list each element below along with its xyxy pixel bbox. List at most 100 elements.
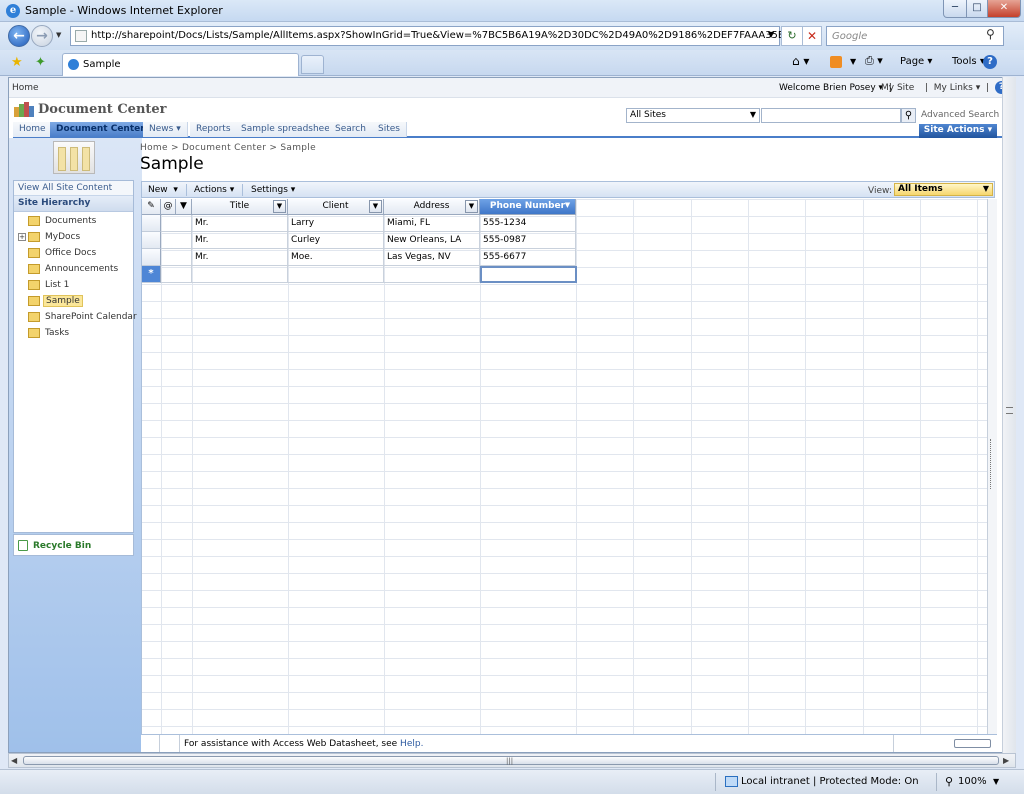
my-links-menu[interactable]: | My Links ▾ | [925, 83, 989, 93]
table-cell[interactable]: Larry [288, 215, 384, 232]
zoom-icon[interactable]: ⚲ [945, 775, 953, 788]
address-dropdown-icon[interactable]: ▼ [768, 30, 774, 39]
nav-home[interactable]: Home [13, 122, 53, 137]
stop-button[interactable]: ✕ [802, 26, 822, 46]
zoom-dropdown-icon[interactable]: ▼ [993, 777, 999, 786]
tools-menu-button[interactable]: Tools ▾ [952, 56, 985, 67]
site-actions-button[interactable]: Site Actions ▾ [919, 124, 997, 138]
site-search-go-icon[interactable]: ⚲ [901, 108, 916, 123]
new-menu-button[interactable]: New ▾ [148, 185, 178, 195]
print-icon[interactable]: ⎙ ▾ [865, 54, 883, 68]
column-header-client[interactable]: Client ▼ [288, 199, 384, 215]
grid-vertical-scrollbar[interactable] [987, 199, 997, 734]
nav-reports[interactable]: Reports [190, 122, 238, 137]
table-cell[interactable]: 555-6677 [480, 249, 576, 266]
nav-sample-spreadsheet[interactable]: Sample spreadsheet [235, 122, 341, 137]
chevron-down-icon[interactable]: ▼ [369, 200, 382, 213]
hierarchy-item-sharepoint-calendar[interactable]: SharePoint Calendar [18, 310, 137, 325]
table-cell[interactable]: Mr. [192, 249, 288, 266]
recent-pages-dropdown[interactable]: ▼ [56, 31, 61, 39]
table-cell[interactable]: New Orleans, LA [384, 232, 480, 249]
table-cell[interactable] [161, 215, 192, 232]
forward-button[interactable]: → [31, 25, 53, 47]
welcome-menu[interactable]: Welcome Brien Posey ▾ | [779, 83, 892, 93]
datasheet-resize-handle[interactable] [954, 739, 991, 748]
page-vertical-scrollbar[interactable] [1002, 77, 1016, 753]
actions-menu-button[interactable]: Actions ▾ [194, 185, 234, 195]
close-button[interactable]: ✕ [987, 0, 1021, 18]
recycle-bin-link[interactable]: Recycle Bin [13, 534, 134, 556]
my-site-link[interactable]: My Site [881, 83, 914, 93]
home-icon[interactable]: ⌂ ▾ [792, 54, 809, 68]
nav-document-center[interactable]: Document Center [50, 122, 152, 137]
table-cell[interactable]: Curley [288, 232, 384, 249]
breadcrumb[interactable]: Home > Document Center > Sample [140, 143, 316, 153]
browser-search-input[interactable]: Google [826, 26, 1004, 46]
table-cell[interactable] [161, 249, 192, 266]
active-cell[interactable] [480, 266, 577, 283]
table-cell[interactable]: Miami, FL [384, 215, 480, 232]
search-scope-select[interactable]: All Sites ▼ [626, 108, 760, 123]
settings-menu-button[interactable]: Settings ▾ [251, 185, 295, 195]
row-selector[interactable] [142, 249, 161, 266]
advanced-search-link[interactable]: Advanced Search [921, 110, 999, 120]
search-icon[interactable]: ⚲ [986, 27, 995, 41]
expand-icon[interactable]: + [18, 233, 26, 241]
minimize-button[interactable]: ─ [943, 0, 967, 18]
table-cell[interactable]: Las Vegas, NV [384, 249, 480, 266]
datasheet-help-link[interactable]: Help. [400, 739, 423, 749]
attachment-icon[interactable]: @ [161, 199, 176, 215]
hierarchy-item-sample[interactable]: Sample [18, 294, 132, 309]
scroll-right-icon[interactable]: ▶ [1003, 756, 1009, 765]
new-row-cell[interactable] [161, 266, 192, 283]
view-select[interactable]: All Items ▼ [894, 183, 993, 196]
select-all-icon[interactable]: ✎ [142, 199, 161, 215]
hierarchy-item-list-1[interactable]: List 1 [18, 278, 132, 293]
hierarchy-item-tasks[interactable]: Tasks [18, 326, 132, 341]
feeds-icon[interactable] [830, 56, 842, 68]
chevron-down-icon[interactable]: ▼ [273, 200, 286, 213]
address-url[interactable]: http://sharepoint/Docs/Lists/Sample/AllI… [91, 30, 821, 41]
view-all-site-content-link[interactable]: View All Site Content [14, 181, 133, 196]
table-cell[interactable]: 555-0987 [480, 232, 576, 249]
nav-sites[interactable]: Sites [372, 122, 407, 137]
row-selector[interactable] [142, 215, 161, 232]
scroll-left-icon[interactable]: ◀ [11, 756, 17, 765]
page-menu-button[interactable]: Page ▾ [900, 56, 932, 67]
hierarchy-item-documents[interactable]: Documents [18, 214, 132, 229]
column-header-phone-number[interactable]: Phone Number ▼ [480, 199, 576, 215]
new-row-cell[interactable] [288, 266, 384, 283]
help-icon[interactable]: ? [983, 55, 997, 69]
favorites-star-icon[interactable]: ★ [11, 55, 23, 70]
datasheet-grid[interactable]: ✎ @ ▼ Title ▼ Client ▼ Address ▼ Phone Numb… [141, 199, 987, 734]
zoom-level[interactable]: 100% [958, 776, 987, 787]
new-tab-button[interactable] [301, 55, 324, 74]
feeds-dropdown-icon[interactable]: ▼ [850, 57, 856, 66]
table-cell[interactable] [161, 232, 192, 249]
maximize-button[interactable]: □ [966, 0, 988, 18]
new-row-cell[interactable] [384, 266, 480, 283]
add-favorite-icon[interactable]: ✦ [35, 55, 46, 70]
scroll-thumb[interactable]: ||| [23, 756, 999, 765]
hierarchy-item-mydocs[interactable]: + MyDocs [18, 230, 132, 245]
table-cell[interactable]: 555-1234 [480, 215, 576, 232]
table-cell[interactable]: Mr. [192, 232, 288, 249]
back-button[interactable]: ← [8, 25, 30, 47]
hierarchy-item-office-docs[interactable]: Office Docs [18, 246, 132, 261]
refresh-button[interactable]: ↻ [781, 26, 803, 46]
hierarchy-item-announcements[interactable]: Announcements [18, 262, 132, 277]
nav-search[interactable]: Search [329, 122, 373, 137]
column-header-address[interactable]: Address ▼ [384, 199, 480, 215]
address-bar[interactable]: http://sharepoint/Docs/Lists/Sample/AllI… [70, 26, 821, 46]
site-search-input[interactable] [761, 108, 901, 123]
row-selector[interactable] [142, 232, 161, 249]
new-row-icon[interactable]: * [142, 266, 161, 283]
security-zone-text[interactable]: Local intranet | Protected Mode: On [741, 776, 919, 787]
chevron-down-icon[interactable]: ▼ [465, 200, 478, 213]
tab-sample[interactable]: Sample [62, 53, 299, 76]
new-row-cell[interactable] [192, 266, 288, 283]
table-cell[interactable]: Mr. [192, 215, 288, 232]
page-horizontal-scrollbar[interactable]: ◀ ||| ▶ [8, 753, 1016, 768]
nav-news[interactable]: News ▾ [143, 122, 188, 137]
chevron-down-icon[interactable]: ▼ [561, 200, 574, 213]
